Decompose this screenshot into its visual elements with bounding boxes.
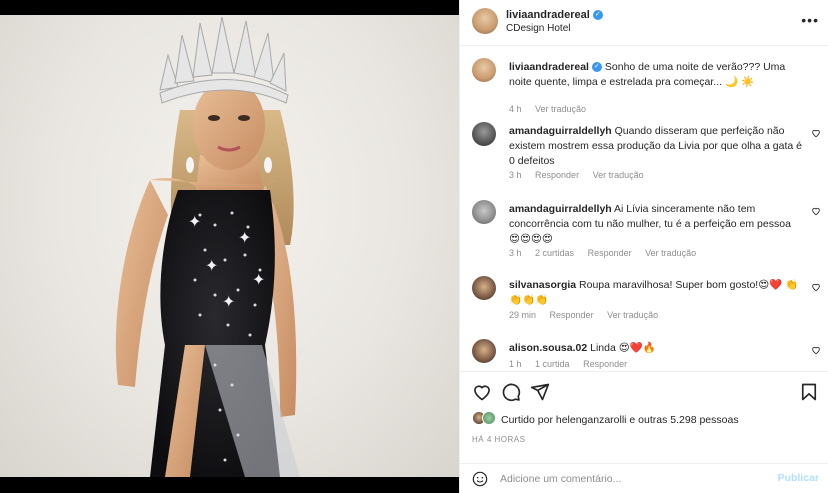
author-username[interactable]: liviaandradereal ✓ [506,9,603,21]
svg-text:✦: ✦ [252,270,265,289]
like-comment-heart-icon[interactable] [811,206,821,216]
more-options-icon[interactable]: ••• [801,12,819,28]
avatar[interactable] [472,200,496,224]
svg-text:✦: ✦ [238,228,251,247]
post-header: liviaandradereal ✓ CDesign Hotel ••• [460,0,828,46]
translate-link[interactable]: Ver tradução [645,248,696,258]
like-heart-icon[interactable] [472,382,492,402]
svg-text:✦: ✦ [188,212,201,231]
liker-avatar[interactable] [482,411,496,425]
comment-body: Linda 😍❤️🔥 [590,342,656,354]
post-comment-button[interactable]: Publicar [778,472,819,484]
comment-likes-link[interactable]: 2 curtidas [535,248,574,258]
comment-likes-link[interactable]: 1 curtida [535,359,570,369]
comment-meta: 29 min Responder Ver tradução [509,310,669,320]
post-media-pane: ✦ ✦ ✦ ✦ ✦ [0,0,459,493]
like-comment-heart-icon[interactable] [811,282,821,292]
reply-link[interactable]: Responder [535,170,579,180]
post-action-bar [460,371,828,411]
avatar[interactable] [472,276,496,300]
comment-composer: Publicar [460,463,828,493]
caption-username[interactable]: liviaandradereal [509,61,589,73]
comment-meta: 3 h 2 curtidas Responder Ver tradução [509,248,707,258]
share-send-icon[interactable] [530,382,550,402]
avatar[interactable] [472,8,498,34]
svg-text:✦: ✦ [222,292,235,311]
comment-username[interactable]: amandaguirraldellyh [509,203,612,215]
verified-badge-icon: ✓ [592,10,603,21]
comment-username[interactable]: amandaguirraldellyh [509,125,612,137]
author-username-text[interactable]: liviaandradereal [506,9,590,21]
caption-time: 4 h [509,104,522,114]
comment-text: amandaguirraldellyh Quando disseram que … [509,124,803,169]
comments-feed[interactable]: liviaandradereal ✓ Sonho de uma noite de … [460,47,828,370]
comment-input[interactable] [500,470,760,488]
post-photo[interactable]: ✦ ✦ ✦ ✦ ✦ [0,15,459,477]
comment-meta: 3 h Responder Ver tradução [509,170,655,180]
comment-time: 29 min [509,310,537,320]
reply-link[interactable]: Responder [588,248,632,258]
reply-link[interactable]: Responder [550,310,594,320]
like-comment-heart-icon[interactable] [811,345,821,355]
comment-text: amandaguirraldellyh Ai Lívia sincerament… [509,202,803,247]
avatar[interactable] [472,339,496,363]
comment-username[interactable]: alison.sousa.02 [509,342,587,354]
avatar[interactable] [472,122,496,146]
photo-illustration: ✦✦✦ ✦✦ [115,16,300,477]
likes-summary: Curtido por helenganzarolli e outras 5.2… [472,411,822,431]
verified-badge-icon: ✓ [591,62,602,73]
save-bookmark-icon[interactable] [799,382,819,402]
reply-link[interactable]: Responder [583,359,627,369]
emoji-smiley-icon[interactable] [472,471,488,487]
comment-time: 3 h [509,248,522,258]
comment-time: 3 h [509,170,522,180]
comment-time: 1 h [509,359,522,369]
comment-bubble-icon[interactable] [501,382,521,402]
translate-link[interactable]: Ver tradução [593,170,644,180]
translate-link[interactable]: Ver tradução [535,104,586,114]
comment-meta: 1 h 1 curtida Responder [509,359,638,369]
caption-text: liviaandradereal ✓ Sonho de uma noite de … [509,60,803,90]
avatar[interactable] [472,58,496,82]
post-side-panel: liviaandradereal ✓ CDesign Hotel ••• livi… [459,0,828,493]
post-time-ago: HÁ 4 HORAS [472,435,526,444]
like-comment-heart-icon[interactable] [811,128,821,138]
comment-username[interactable]: silvanasorgia [509,279,576,291]
translate-link[interactable]: Ver tradução [607,310,658,320]
likes-text[interactable]: Curtido por helenganzarolli e outras 5.2… [501,414,739,426]
comment-text: silvanasorgia Roupa maravilhosa! Super b… [509,278,803,308]
caption-meta: 4 h Ver tradução [509,104,597,114]
svg-text:✦: ✦ [205,256,218,275]
post-location[interactable]: CDesign Hotel [506,23,570,34]
comment-text: alison.sousa.02 Linda 😍❤️🔥 [509,341,803,356]
